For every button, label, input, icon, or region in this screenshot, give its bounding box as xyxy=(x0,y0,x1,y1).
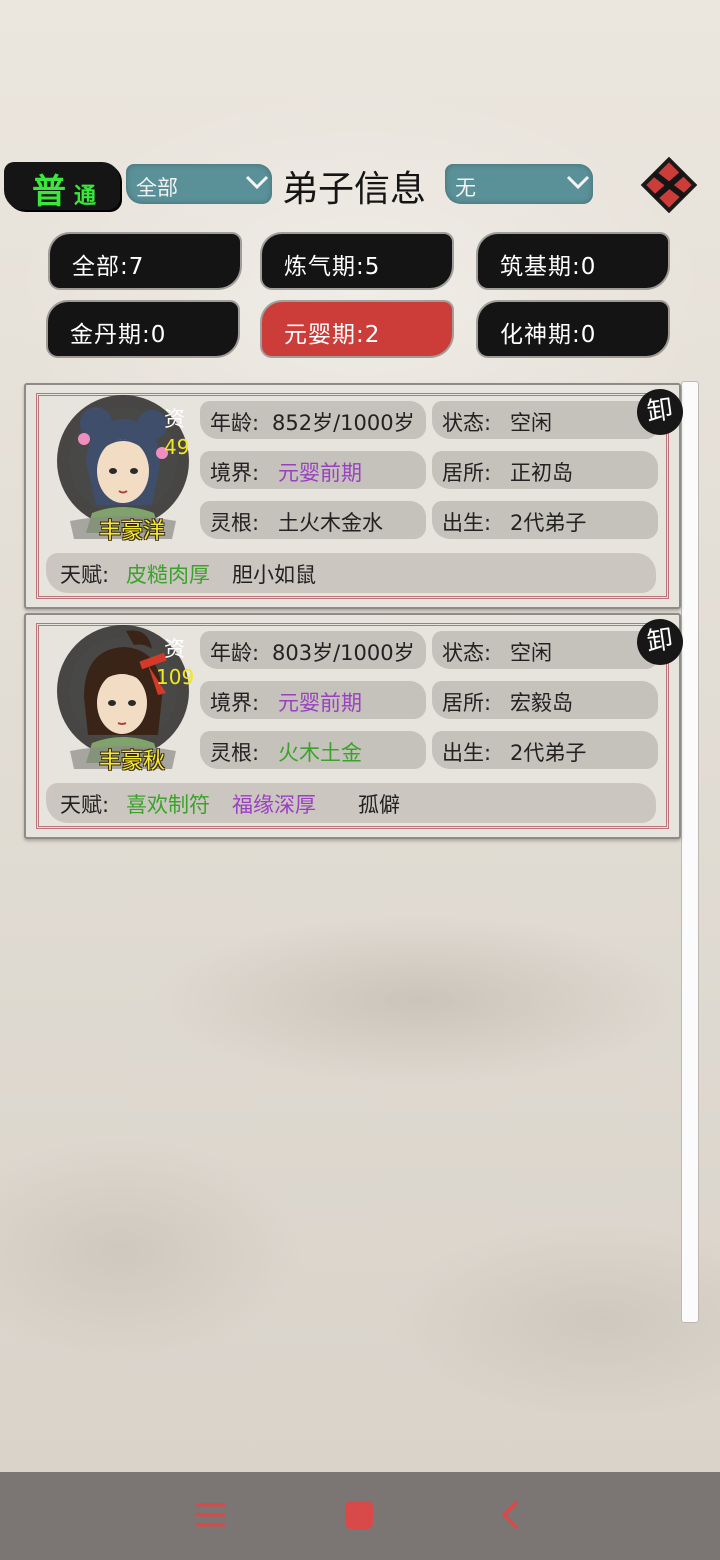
tab-spirit-transformation[interactable]: 化神期:0 xyxy=(478,302,668,356)
disciple-name: 丰豪秋 xyxy=(98,749,165,774)
mode-label-small: 通 xyxy=(74,184,97,209)
spirit-root-value: 土火木金水 xyxy=(278,511,383,535)
residence-field: 居所: 宏毅岛 xyxy=(432,681,658,719)
talent-item: 喜欢制符 xyxy=(126,793,210,817)
mode-label-big: 普 xyxy=(32,172,66,212)
realm-label: 境界: xyxy=(210,691,260,715)
back-icon[interactable] xyxy=(498,1499,522,1531)
close-x-icon[interactable] xyxy=(638,155,700,215)
talent-item: 皮糙肉厚 xyxy=(126,563,210,587)
secondary-filter-value: 无 xyxy=(455,176,476,200)
talent-item: 孤僻 xyxy=(358,793,400,817)
spirit-root-field: 灵根: 火木土金 xyxy=(200,731,426,769)
mode-toggle-button[interactable]: 普 通 xyxy=(4,162,120,212)
tab-qi-refining[interactable]: 炼气期:5 xyxy=(262,234,452,288)
menu-icon[interactable] xyxy=(195,1500,227,1530)
disciple-card[interactable]: 资 109 丰豪秋 年龄: 803岁/1000岁 状态: 空闲 境界: 元婴前期… xyxy=(24,613,686,839)
tab-foundation[interactable]: 筑基期:0 xyxy=(478,234,668,288)
talent-label: 天赋: xyxy=(60,563,110,587)
tab-golden-core[interactable]: 金丹期:0 xyxy=(48,302,238,356)
tab-spirit-transformation-label: 化神期:0 xyxy=(500,322,597,348)
spirit-root-label: 灵根: xyxy=(210,511,260,535)
age-field: 年龄: 803岁/1000岁 xyxy=(200,631,426,669)
talent-item: 福缘深厚 xyxy=(232,793,316,817)
home-icon[interactable] xyxy=(343,1499,375,1531)
chevron-down-icon xyxy=(245,175,269,190)
talent-item: 胆小如鼠 xyxy=(232,563,316,587)
origin-value: 2代弟子 xyxy=(510,741,587,765)
realm-value: 元婴前期 xyxy=(278,461,362,485)
secondary-filter-dropdown[interactable]: 无 xyxy=(445,164,593,204)
talent-label: 天赋: xyxy=(60,793,110,817)
realm-field: 境界: 元婴前期 xyxy=(200,681,426,719)
aptitude-value: 49 xyxy=(164,435,190,459)
talent-bar: 天赋: 喜欢制符 福缘深厚 孤僻 xyxy=(46,783,656,823)
residence-value: 正初岛 xyxy=(510,461,573,485)
tab-foundation-label: 筑基期:0 xyxy=(500,254,597,280)
origin-field: 出生: 2代弟子 xyxy=(432,501,658,539)
origin-label: 出生: xyxy=(442,511,492,535)
residence-field: 居所: 正初岛 xyxy=(432,451,658,489)
tab-golden-core-label: 金丹期:0 xyxy=(70,322,167,348)
age-label: 年龄: xyxy=(210,411,260,435)
spirit-root-label: 灵根: xyxy=(210,741,260,765)
aptitude-filter-dropdown[interactable]: 全部 xyxy=(126,164,272,204)
spirit-root-field: 灵根: 土火木金水 xyxy=(200,501,426,539)
aptitude-label: 资 xyxy=(164,637,185,661)
status-value: 空闲 xyxy=(510,641,552,665)
list-scrollbar[interactable] xyxy=(681,381,699,1323)
realm-field: 境界: 元婴前期 xyxy=(200,451,426,489)
tab-nascent-soul[interactable]: 元婴期:2 xyxy=(262,302,452,356)
residence-label: 居所: xyxy=(442,691,492,715)
age-value: 852岁/1000岁 xyxy=(272,411,415,435)
tab-all-label: 全部:7 xyxy=(72,254,145,280)
status-label: 状态: xyxy=(442,411,492,435)
status-field: 状态: 空闲 xyxy=(432,401,658,439)
origin-label: 出生: xyxy=(442,741,492,765)
aptitude-filter-value: 全部 xyxy=(136,176,178,200)
page-title: 弟子信息 xyxy=(282,169,427,210)
talent-bar: 天赋: 皮糙肉厚 胆小如鼠 xyxy=(46,553,656,593)
residence-label: 居所: xyxy=(442,461,492,485)
aptitude-label: 资 xyxy=(164,407,185,431)
age-label: 年龄: xyxy=(210,641,260,665)
age-value: 803岁/1000岁 xyxy=(272,641,415,665)
origin-field: 出生: 2代弟子 xyxy=(432,731,658,769)
residence-value: 宏毅岛 xyxy=(510,691,573,715)
status-field: 状态: 空闲 xyxy=(432,631,658,669)
tab-qi-refining-label: 炼气期:5 xyxy=(284,254,381,280)
chevron-down-icon xyxy=(566,175,590,190)
disciple-card[interactable]: 资 49 丰豪洋 年龄: 852岁/1000岁 状态: 空闲 境界: 元婴前期 … xyxy=(24,383,686,609)
aptitude-value: 109 xyxy=(156,665,195,689)
status-value: 空闲 xyxy=(510,411,552,435)
realm-label: 境界: xyxy=(210,461,260,485)
status-label: 状态: xyxy=(442,641,492,665)
disciple-name: 丰豪洋 xyxy=(98,519,165,544)
tab-nascent-soul-label: 元婴期:2 xyxy=(284,322,381,348)
age-field: 年龄: 852岁/1000岁 xyxy=(200,401,426,439)
realm-value: 元婴前期 xyxy=(278,691,362,715)
tab-all[interactable]: 全部:7 xyxy=(50,234,240,288)
spirit-root-value: 火木土金 xyxy=(278,741,362,765)
origin-value: 2代弟子 xyxy=(510,511,587,535)
